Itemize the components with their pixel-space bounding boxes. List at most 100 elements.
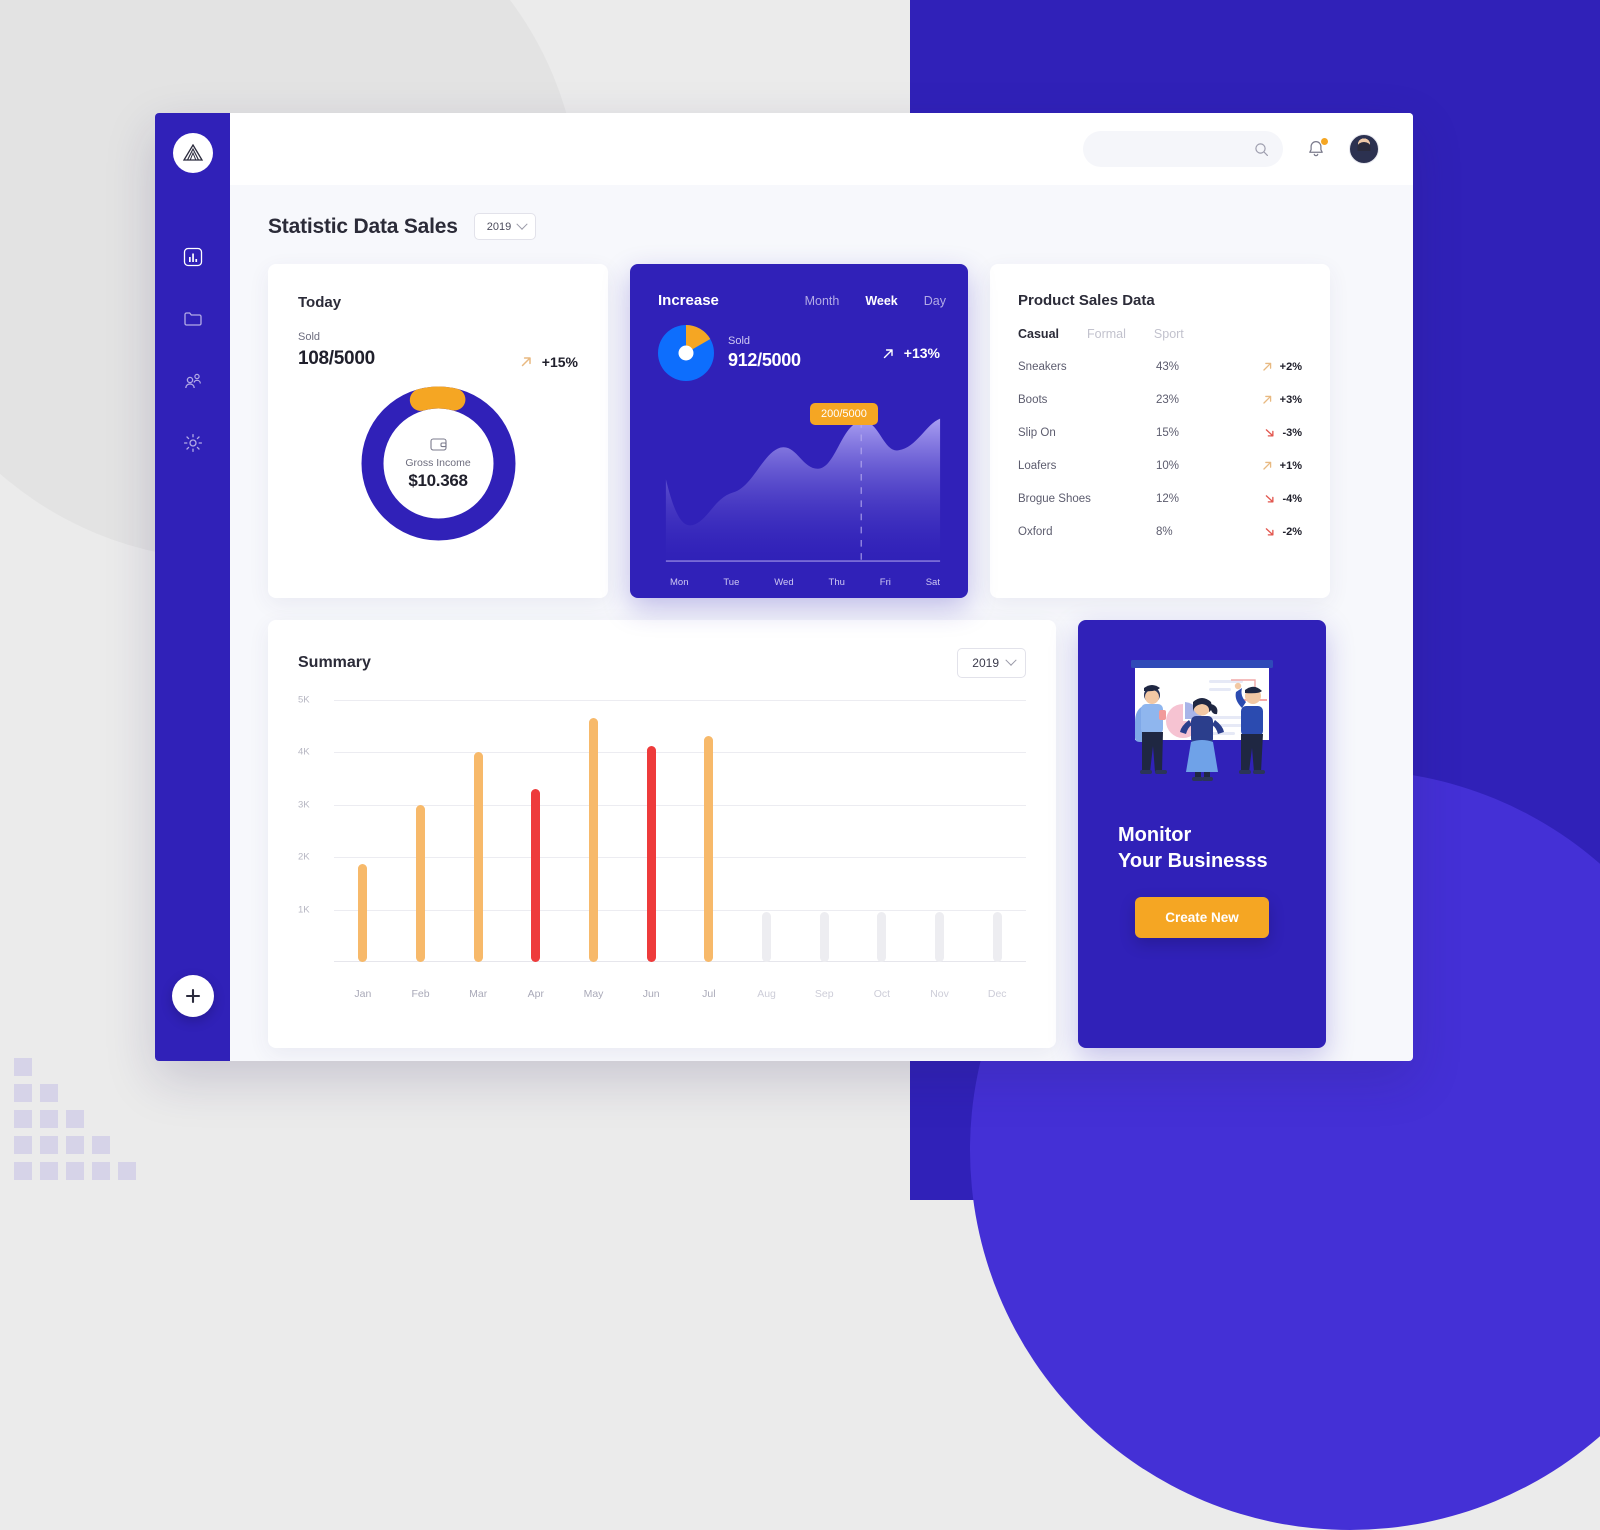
y-axis-label: 5K bbox=[298, 694, 310, 706]
gross-income-donut-wrapper: Gross Income $10.368 bbox=[298, 386, 578, 541]
page-header: Statistic Data Sales 2019 bbox=[268, 213, 1377, 240]
bar-column[interactable] bbox=[622, 700, 680, 962]
product-delta-value: +2% bbox=[1279, 360, 1302, 373]
bar-column[interactable] bbox=[334, 700, 392, 962]
gross-income-donut: Gross Income $10.368 bbox=[361, 386, 516, 541]
dashboard-content: Statistic Data Sales 2019 Today Sold 108… bbox=[230, 185, 1413, 1061]
x-label-fri: Fri bbox=[879, 577, 891, 588]
users-icon bbox=[184, 373, 201, 389]
x-axis-label: Jul bbox=[702, 988, 716, 1000]
tab-week[interactable]: Week bbox=[865, 294, 897, 308]
arrow-down-right-icon bbox=[1266, 528, 1274, 536]
product-delta-value: +3% bbox=[1279, 393, 1302, 406]
today-sold-label: Sold bbox=[298, 331, 321, 343]
bar-column[interactable] bbox=[507, 700, 565, 962]
bar-placeholder bbox=[935, 912, 945, 962]
arrow-up-right-icon bbox=[1262, 395, 1271, 404]
increase-delta-value: +13% bbox=[903, 345, 940, 361]
bar bbox=[416, 804, 425, 962]
bar bbox=[473, 752, 483, 962]
plus-icon bbox=[185, 988, 200, 1004]
summary-card: Summary 2019 1K 2K 3K 4K 5K Jan Feb Mar Apr May J… bbox=[268, 620, 1056, 1048]
promo-line2: Your Businesss bbox=[1118, 850, 1268, 873]
bar-column[interactable] bbox=[853, 700, 911, 962]
pie-hub bbox=[678, 345, 694, 361]
x-axis-label: Sep bbox=[814, 988, 834, 1000]
tab-sport[interactable]: Sport bbox=[1154, 327, 1184, 341]
gross-income-label: Gross Income bbox=[405, 456, 471, 469]
bar-column[interactable] bbox=[795, 700, 853, 962]
y-axis-label: 2K bbox=[298, 851, 310, 863]
search-box[interactable] bbox=[1083, 131, 1283, 167]
bar-column[interactable] bbox=[392, 700, 450, 962]
tab-day[interactable]: Day bbox=[924, 294, 946, 308]
summary-year-value: 2019 bbox=[972, 656, 999, 670]
bar bbox=[531, 789, 541, 962]
arrow-down-right-icon bbox=[1266, 429, 1274, 437]
x-label-thu: Thu bbox=[828, 577, 845, 588]
search-input[interactable] bbox=[1097, 142, 1246, 156]
bar bbox=[358, 864, 368, 962]
bar-column[interactable] bbox=[738, 700, 796, 962]
summary-bar-chart: 1K 2K 3K 4K 5K Jan Feb Mar Apr May Jun Jul Aug Sep Oc… bbox=[298, 695, 1026, 1000]
arrow-up-right-icon bbox=[1262, 362, 1271, 371]
sidebar-item-analytics[interactable] bbox=[171, 235, 215, 279]
product-delta: +2% bbox=[1260, 359, 1302, 374]
search-icon bbox=[1255, 142, 1268, 156]
product-percent: 8% bbox=[1156, 525, 1173, 538]
x-axis-label: May bbox=[583, 988, 604, 1000]
product-delta: +3% bbox=[1260, 392, 1302, 407]
tab-casual[interactable]: Casual bbox=[1018, 327, 1059, 341]
table-row: Oxford 8% -2% bbox=[1018, 524, 1302, 539]
create-new-button[interactable]: Create New bbox=[1135, 896, 1269, 938]
x-label-mon: Mon bbox=[670, 577, 689, 588]
product-percent: 23% bbox=[1156, 393, 1180, 406]
tab-month[interactable]: Month bbox=[805, 294, 840, 308]
product-rows: Sneakers 43% +2% Boots 23% +3% Slip On 15% -3% Lo… bbox=[1018, 359, 1302, 539]
gear-icon bbox=[183, 433, 202, 453]
bar-placeholder bbox=[877, 912, 887, 962]
sidebar-item-users[interactable] bbox=[171, 359, 215, 403]
table-row: Brogue Shoes 12% -4% bbox=[1018, 491, 1302, 506]
bar-column[interactable] bbox=[911, 700, 969, 962]
y-axis-label: 3K bbox=[298, 799, 310, 811]
notifications-button[interactable] bbox=[1305, 137, 1329, 160]
chevron-down-icon bbox=[1005, 654, 1017, 666]
month-labels: Jan Feb Mar Apr May Jun Jul Aug Sep Oct Nov Dec bbox=[334, 988, 1026, 1000]
header-year-select[interactable]: 2019 bbox=[473, 213, 537, 240]
arrow-up-right-icon bbox=[521, 357, 531, 367]
product-name: Slip On bbox=[1018, 426, 1056, 439]
bar-column[interactable] bbox=[968, 700, 1026, 962]
increase-header: Increase Month Week Day bbox=[658, 292, 946, 309]
today-delta: +15% bbox=[518, 353, 578, 370]
main-area: Statistic Data Sales 2019 Today Sold 108… bbox=[230, 113, 1413, 1061]
bar-column[interactable] bbox=[565, 700, 623, 962]
summary-year-select[interactable]: 2019 bbox=[957, 648, 1026, 678]
y-axis-label: 4K bbox=[298, 746, 310, 758]
today-card: Today Sold 108/5000 +15% Gross Income $1… bbox=[268, 264, 608, 598]
increase-pie-chart bbox=[658, 324, 714, 381]
bar-column[interactable] bbox=[449, 700, 507, 962]
avatar[interactable] bbox=[1349, 134, 1379, 164]
increase-card: Increase Month Week Day Sold 912/5000 +1… bbox=[630, 264, 968, 598]
bar bbox=[646, 746, 656, 962]
area-x-labels: Mon Tue Wed Thu Fri Sat bbox=[664, 577, 946, 588]
bar-column[interactable] bbox=[680, 700, 738, 962]
x-axis-label: Jan bbox=[354, 988, 372, 1000]
wallet-icon bbox=[429, 437, 447, 451]
tab-formal[interactable]: Formal bbox=[1087, 327, 1126, 341]
sidebar bbox=[155, 113, 230, 1061]
product-delta: -3% bbox=[1262, 425, 1302, 440]
increase-sold: Sold 912/5000 bbox=[728, 335, 801, 371]
promo-line1: Monitor bbox=[1118, 824, 1192, 846]
product-delta-value: -4% bbox=[1282, 492, 1302, 505]
sidebar-item-files[interactable] bbox=[171, 297, 215, 341]
add-button[interactable] bbox=[171, 975, 214, 1017]
x-axis-label: Dec bbox=[987, 988, 1007, 1000]
notification-badge bbox=[1320, 137, 1329, 146]
sidebar-item-settings[interactable] bbox=[171, 421, 215, 465]
x-axis-label: Nov bbox=[930, 988, 949, 1000]
x-axis-label: Aug bbox=[757, 988, 776, 1000]
mountain-logo[interactable] bbox=[172, 133, 213, 173]
page-title: Statistic Data Sales bbox=[268, 214, 458, 238]
